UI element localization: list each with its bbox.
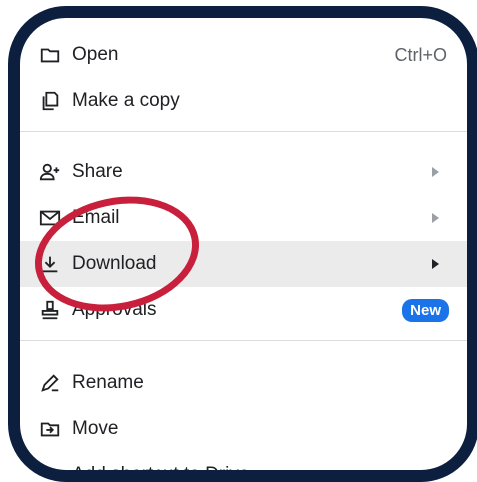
menu-item-share[interactable]: Share [20, 149, 467, 195]
menu-item-label: Add shortcut to Drive [72, 464, 250, 482]
menu-item-download[interactable]: Download [20, 241, 467, 287]
menu-item-label: Download [72, 253, 157, 274]
menu-item-move[interactable]: Move [20, 406, 467, 452]
menu-item-label: Share [72, 161, 123, 182]
mail-icon [38, 206, 62, 230]
menu-divider [20, 340, 467, 341]
drive-shortcut-icon [38, 463, 62, 470]
submenu-arrow-icon [432, 167, 439, 177]
pencil-icon [38, 371, 62, 395]
menu-item-email[interactable]: Email [20, 195, 467, 241]
menu-item-label: Approvals [72, 299, 157, 320]
file-menu: Open Ctrl+O Make a copy Share Email Down… [20, 18, 467, 470]
menu-item-label: Move [72, 418, 119, 439]
menu-item-open[interactable]: Open Ctrl+O [20, 32, 467, 78]
menu-divider [20, 131, 467, 132]
person-add-icon [38, 160, 62, 184]
copy-icon [38, 89, 62, 113]
folder-move-icon [38, 417, 62, 441]
menu-item-make-a-copy[interactable]: Make a copy [20, 78, 467, 124]
menu-item-label: Open [72, 44, 119, 65]
menu-item-approvals[interactable]: Approvals New [20, 287, 467, 333]
submenu-arrow-icon [432, 213, 439, 223]
folder-icon [38, 43, 62, 67]
submenu-arrow-icon [432, 259, 439, 269]
approval-stamp-icon [38, 298, 62, 322]
menu-item-add-shortcut[interactable]: Add shortcut to Drive [20, 452, 467, 482]
rounded-frame: Open Ctrl+O Make a copy Share Email Down… [8, 6, 477, 482]
new-badge: New [402, 298, 449, 322]
shortcut-label: Ctrl+O [394, 44, 447, 65]
menu-item-label: Make a copy [72, 90, 180, 111]
menu-item-rename[interactable]: Rename [20, 360, 467, 406]
download-icon [38, 252, 62, 276]
menu-item-label: Email [72, 207, 120, 228]
menu-item-label: Rename [72, 372, 144, 393]
